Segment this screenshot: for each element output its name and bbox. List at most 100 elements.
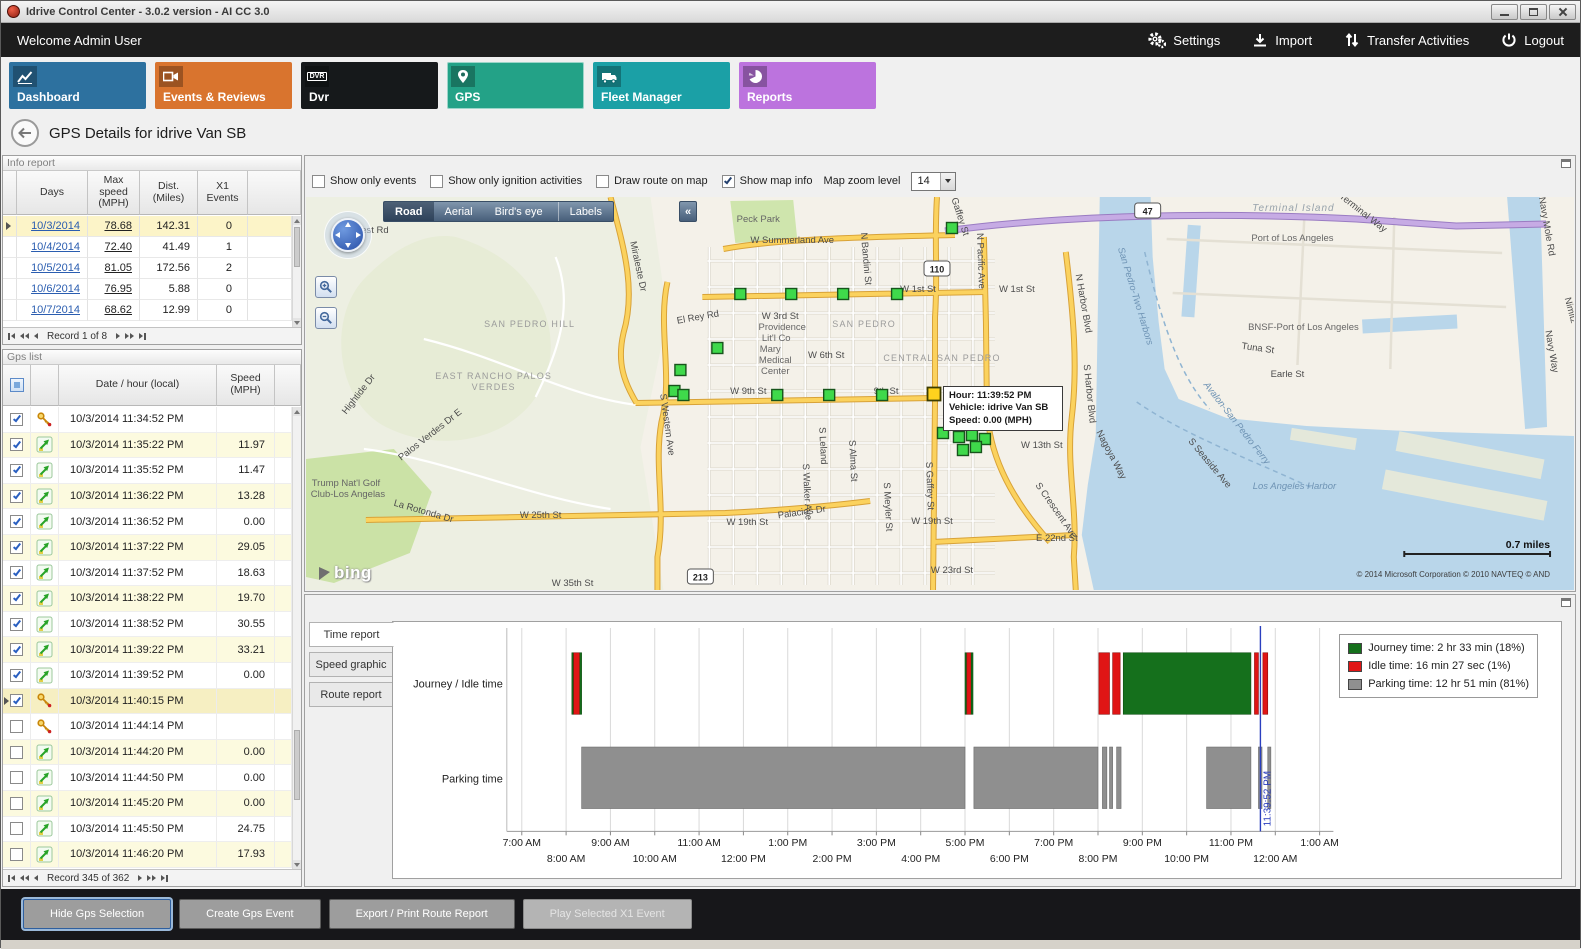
info-report-row[interactable]: 10/7/2014 68.62 12.99 0 (3, 300, 292, 321)
gps-list-row[interactable]: 10/3/2014 11:38:22 PM 19.70 (3, 586, 292, 612)
gps-marker[interactable] (786, 289, 797, 300)
first-record-button[interactable] (8, 333, 15, 340)
report-tab[interactable]: Time report (309, 622, 394, 647)
row-checkbox[interactable] (10, 720, 23, 733)
col-max-speed[interactable]: Max speed (MPH) (88, 171, 140, 215)
settings-button[interactable]: Settings (1146, 31, 1220, 49)
zoom-in-button[interactable] (315, 276, 337, 298)
next-record-button[interactable] (116, 333, 120, 339)
gps-list-row[interactable]: 10/3/2014 11:38:52 PM 30.55 (3, 612, 292, 638)
selected-gps-marker[interactable] (928, 388, 941, 401)
nav-tab[interactable]: GPS (447, 62, 584, 109)
gps-marker[interactable] (892, 289, 903, 300)
prev-page-button[interactable] (20, 333, 29, 339)
map-filter-checkbox[interactable]: Show map info (722, 175, 813, 188)
footer-action-button[interactable]: Play Selected X1 Event (523, 899, 692, 929)
report-tab[interactable]: Route report (309, 682, 393, 707)
next-record-button[interactable] (138, 875, 142, 881)
row-checkbox[interactable] (10, 592, 23, 605)
map-type-button[interactable]: Bird's eye (484, 202, 554, 221)
row-checkbox[interactable] (10, 822, 23, 835)
gps-marker[interactable] (678, 390, 689, 401)
row-checkbox[interactable] (10, 643, 23, 656)
map-filter-checkbox[interactable]: Show only events (312, 175, 416, 188)
gps-marker[interactable] (735, 289, 746, 300)
info-report-row[interactable]: 10/3/2014 78.68 142.31 0 (3, 216, 292, 237)
gps-list-row[interactable]: 10/3/2014 11:40:15 PM (3, 689, 292, 715)
max-speed-link[interactable]: 81.05 (104, 262, 132, 274)
row-checkbox[interactable] (10, 669, 23, 682)
nav-tab[interactable]: Fleet Manager (593, 62, 730, 109)
col-dist[interactable]: Dist. (Miles) (140, 171, 198, 215)
info-report-row[interactable]: 10/5/2014 81.05 172.56 2 (3, 258, 292, 279)
day-link[interactable]: 10/4/2014 (31, 241, 80, 253)
col-datetime[interactable]: Date / hour (local) (59, 365, 217, 406)
gps-marker[interactable] (772, 390, 783, 401)
scroll-up-icon[interactable] (293, 216, 301, 225)
gps-marker[interactable] (966, 430, 977, 441)
map-type-button[interactable]: Labels (558, 202, 613, 221)
prev-record-button[interactable] (34, 333, 38, 339)
gps-marker[interactable] (838, 289, 849, 300)
last-record-button[interactable] (161, 875, 168, 882)
scroll-up-icon[interactable] (293, 407, 301, 416)
gps-list-row[interactable]: 10/3/2014 11:36:22 PM 13.28 (3, 484, 292, 510)
report-tab[interactable]: Speed graphic (309, 652, 393, 677)
maximize-panel-icon[interactable] (1561, 159, 1571, 168)
gps-list-row[interactable]: 10/3/2014 11:39:52 PM 0.00 (3, 663, 292, 689)
prev-record-button[interactable] (34, 875, 38, 881)
max-speed-link[interactable]: 72.40 (104, 241, 132, 253)
scroll-down-icon[interactable] (293, 860, 301, 869)
map-filter-checkbox[interactable]: Draw route on map (596, 175, 708, 188)
row-checkbox[interactable] (10, 566, 23, 579)
gps-marker[interactable] (970, 442, 981, 453)
prev-page-button[interactable] (20, 875, 29, 881)
col-days[interactable]: Days (17, 171, 88, 215)
row-checkbox[interactable] (10, 694, 23, 707)
next-page-button[interactable] (147, 875, 156, 881)
nav-tab[interactable]: Dashboard (9, 62, 146, 109)
nav-tab[interactable]: DVR Dvr (301, 62, 438, 109)
next-page-button[interactable] (125, 333, 134, 339)
map-compass-control[interactable] (324, 211, 372, 259)
gps-marker[interactable] (824, 390, 835, 401)
row-checkbox[interactable] (10, 848, 23, 861)
nav-tab[interactable]: Events & Reviews (155, 62, 292, 109)
info-report-scrollbar[interactable] (292, 216, 301, 327)
map-type-button[interactable]: Aerial (434, 202, 484, 221)
gps-list-row[interactable]: 10/3/2014 11:37:22 PM 29.05 (3, 535, 292, 561)
row-checkbox[interactable] (10, 746, 23, 759)
scroll-down-icon[interactable] (293, 318, 301, 327)
gps-marker[interactable] (675, 365, 686, 376)
zoom-out-button[interactable] (315, 307, 337, 329)
first-record-button[interactable] (8, 875, 15, 882)
row-checkbox[interactable] (10, 515, 23, 528)
row-checkbox[interactable] (10, 490, 23, 503)
collapse-toolbar-button[interactable]: « (679, 201, 697, 222)
day-link[interactable]: 10/3/2014 (31, 220, 80, 232)
row-checkbox[interactable] (10, 771, 23, 784)
info-report-row[interactable]: 10/6/2014 76.95 5.88 0 (3, 279, 292, 300)
map-filter-checkbox[interactable]: Show only ignition activities (430, 175, 582, 188)
gps-marker[interactable] (953, 432, 964, 443)
row-checkbox[interactable] (10, 541, 23, 554)
row-checkbox[interactable] (10, 797, 23, 810)
day-link[interactable]: 10/7/2014 (31, 304, 80, 316)
row-checkbox[interactable] (10, 413, 23, 426)
day-link[interactable]: 10/5/2014 (31, 262, 80, 274)
scroll-thumb[interactable] (294, 730, 300, 800)
max-speed-link[interactable]: 76.95 (104, 283, 132, 295)
footer-action-button[interactable]: Hide Gps Selection (23, 899, 171, 929)
close-button[interactable] (1549, 4, 1576, 20)
footer-action-button[interactable]: Create Gps Event (179, 899, 320, 929)
map-canvas[interactable]: Crest RdW Summerland AveW 1st StW 1st St… (306, 197, 1574, 590)
col-x1-events[interactable]: X1 Events (198, 171, 248, 215)
gps-list-row[interactable]: 10/3/2014 11:39:22 PM 33.21 (3, 637, 292, 663)
gps-marker[interactable] (712, 343, 723, 354)
last-record-button[interactable] (139, 333, 146, 340)
gps-list-row[interactable]: 10/3/2014 11:35:22 PM 11.97 (3, 433, 292, 459)
gps-list-row[interactable]: 10/3/2014 11:44:14 PM (3, 714, 292, 740)
gps-list-row[interactable]: 10/3/2014 11:44:20 PM 0.00 (3, 740, 292, 766)
info-report-row[interactable]: 10/4/2014 72.40 41.49 1 (3, 237, 292, 258)
row-checkbox[interactable] (10, 438, 23, 451)
